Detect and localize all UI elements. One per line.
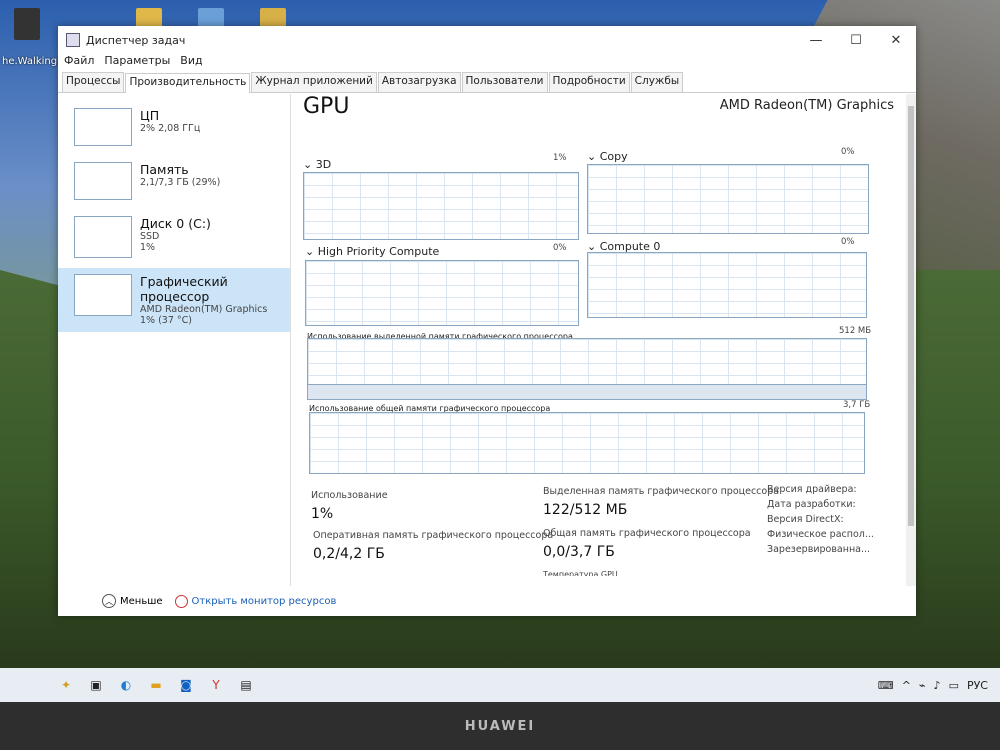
sidebar-item-detail: 1% (37 °C) — [140, 315, 192, 326]
engine-label-copy[interactable]: ⌄ Copy — [587, 150, 628, 163]
disk-thumbnail — [74, 216, 132, 258]
file-explorer-icon[interactable]: ▬ — [148, 677, 164, 693]
outlook-icon[interactable]: ◙ — [178, 677, 194, 693]
sidebar-item-detail: 1% — [140, 242, 156, 253]
tab-processes[interactable]: Процессы — [62, 72, 125, 92]
vertical-scrollbar[interactable] — [906, 94, 916, 586]
footer-bar: ︿ Меньше Открыть монитор ресурсов — [58, 586, 916, 616]
sidebar-item-label: Графический процессор — [140, 274, 228, 304]
tab-app-history[interactable]: Журнал приложений — [251, 72, 377, 92]
network-icon[interactable]: ⌁ — [919, 679, 926, 692]
scrollbar-thumb[interactable] — [908, 106, 914, 526]
menu-options[interactable]: Параметры — [104, 54, 170, 72]
chevron-up-icon[interactable]: ︿ — [102, 594, 116, 608]
dedicated-memory-max: 512 МБ — [839, 326, 872, 336]
desktop-file-icon[interactable] — [14, 8, 40, 40]
menu-bar: Файл Параметры Вид — [58, 54, 916, 72]
open-resource-monitor-link[interactable]: Открыть монитор ресурсов — [192, 596, 337, 607]
shared-memory-max: 3,7 ГБ — [843, 400, 871, 410]
sidebar-item-cpu[interactable]: ЦП 2% 2,08 ГГц — [58, 102, 290, 152]
window-title: Диспетчер задач — [86, 33, 186, 47]
desktop-icon-label: he.Walking... — [2, 56, 67, 67]
edge-browser-icon[interactable]: ◐ — [118, 677, 134, 693]
fewer-details-link[interactable]: Меньше — [120, 596, 163, 607]
task-manager-icon — [66, 33, 80, 47]
system-tray: ⌨ ^ ⌁ ♪ ▭ РУС — [870, 679, 1000, 692]
engine-pct-compute-0: 0% — [841, 237, 855, 247]
task-manager-taskbar-icon[interactable]: ▤ — [238, 677, 254, 693]
page-title: GPU — [303, 94, 350, 119]
driver-date-label: Дата разработки: — [767, 499, 856, 510]
engine-pct-3d: 1% — [553, 153, 567, 163]
shared-memory-stat-value: 0,0/3,7 ГБ — [543, 544, 615, 560]
chart-copy — [587, 164, 869, 234]
menu-file[interactable]: Файл — [64, 54, 94, 72]
physical-location-label: Физическое распол... — [767, 529, 874, 540]
engine-pct-high-priority-compute: 0% — [553, 243, 567, 253]
tab-details[interactable]: Подробности — [548, 72, 630, 92]
chart-3d — [303, 172, 579, 240]
engine-label-high-priority-compute[interactable]: ⌄ High Priority Compute — [305, 245, 439, 258]
language-indicator[interactable]: РУС — [967, 679, 988, 692]
chart-dedicated-memory — [307, 338, 867, 400]
sidebar-item-detail: AMD Radeon(TM) Graphics — [140, 304, 268, 315]
sidebar-item-memory[interactable]: Память 2,1/7,3 ГБ (29%) — [58, 156, 290, 206]
battery-icon[interactable]: ▭ — [949, 679, 959, 692]
brand-logo: HUAWEI — [464, 718, 536, 734]
menu-view[interactable]: Вид — [180, 54, 202, 72]
tab-startup[interactable]: Автозагрузка — [377, 72, 461, 92]
close-button[interactable]: ✕ — [876, 26, 916, 54]
sidebar-item-detail: SSD — [140, 231, 160, 242]
taskbar: ✦ ▣ ◐ ▬ ◙ Y ▤ ⌨ ^ ⌁ ♪ ▭ РУС — [0, 668, 1000, 702]
cpu-thumbnail — [74, 108, 132, 146]
directx-version-label: Версия DirectX: — [767, 514, 844, 525]
sidebar-item-disk[interactable]: Диск 0 (C:) SSD 1% — [58, 210, 290, 264]
gpu-temperature-label: Температура GPU — [543, 570, 618, 576]
volume-icon[interactable]: ♪ — [934, 679, 941, 692]
sidebar-item-label: Память — [140, 162, 189, 177]
widgets-icon[interactable]: ✦ — [58, 677, 74, 693]
maximize-button[interactable]: ☐ — [836, 26, 876, 54]
sidebar-item-detail: 2% 2,08 ГГц — [140, 123, 201, 134]
gpu-ram-value: 0,2/4,2 ГБ — [313, 546, 385, 562]
task-view-icon[interactable]: ▣ — [88, 677, 104, 693]
chart-high-priority-compute — [305, 260, 579, 326]
tab-users[interactable]: Пользователи — [461, 72, 548, 92]
reserved-memory-label: Зарезервированна... — [767, 544, 871, 555]
dedicated-memory-fill — [308, 383, 866, 399]
gpu-panel: GPU AMD Radeon(TM) Graphics ⌄ 3D 1% ⌄ Co… — [291, 94, 916, 586]
task-manager-window: Диспетчер задач — ☐ ✕ Файл Параметры Вид… — [58, 26, 916, 616]
performance-content: ЦП 2% 2,08 ГГц Память 2,1/7,3 ГБ (29%) Д… — [58, 94, 916, 586]
tab-bar: Процессы Производительность Журнал прило… — [58, 72, 916, 93]
tab-performance[interactable]: Производительность — [125, 73, 251, 93]
engine-pct-copy: 0% — [841, 147, 855, 157]
yandex-browser-icon[interactable]: Y — [208, 677, 224, 693]
resource-monitor-icon — [174, 594, 188, 608]
keyboard-icon[interactable]: ⌨ — [878, 679, 894, 692]
tab-services[interactable]: Службы — [630, 72, 684, 92]
resource-sidebar: ЦП 2% 2,08 ГГц Память 2,1/7,3 ГБ (29%) Д… — [58, 94, 291, 586]
chart-compute-0 — [587, 252, 867, 318]
gpu-ram-label: Оперативная память графического процессо… — [313, 530, 554, 541]
chart-shared-memory — [309, 412, 865, 474]
usage-value: 1% — [311, 506, 334, 522]
chevron-up-icon[interactable]: ^ — [902, 679, 911, 692]
laptop-bezel: HUAWEI — [0, 702, 1000, 750]
usage-label: Использование — [311, 490, 388, 501]
sidebar-item-label: Диск 0 (C:) — [140, 216, 211, 231]
gpu-thumbnail — [74, 274, 132, 316]
sidebar-item-label: ЦП — [140, 108, 160, 123]
sidebar-item-detail: 2,1/7,3 ГБ (29%) — [140, 177, 221, 188]
engine-label-3d[interactable]: ⌄ 3D — [303, 158, 331, 171]
dedicated-memory-stat-value: 122/512 МБ — [543, 502, 628, 518]
sidebar-item-gpu[interactable]: Графический процессор AMD Radeon(TM) Gra… — [58, 268, 290, 332]
dedicated-memory-stat-label: Выделенная память графического процессор… — [543, 486, 780, 497]
shared-memory-stat-label: Общая память графического процессора — [543, 528, 751, 539]
minimize-button[interactable]: — — [796, 26, 836, 54]
title-bar: Диспетчер задач — ☐ ✕ — [58, 26, 916, 54]
driver-version-label: Версия драйвера: — [767, 484, 857, 495]
gpu-device-name: AMD Radeon(TM) Graphics — [719, 98, 894, 113]
memory-thumbnail — [74, 162, 132, 200]
